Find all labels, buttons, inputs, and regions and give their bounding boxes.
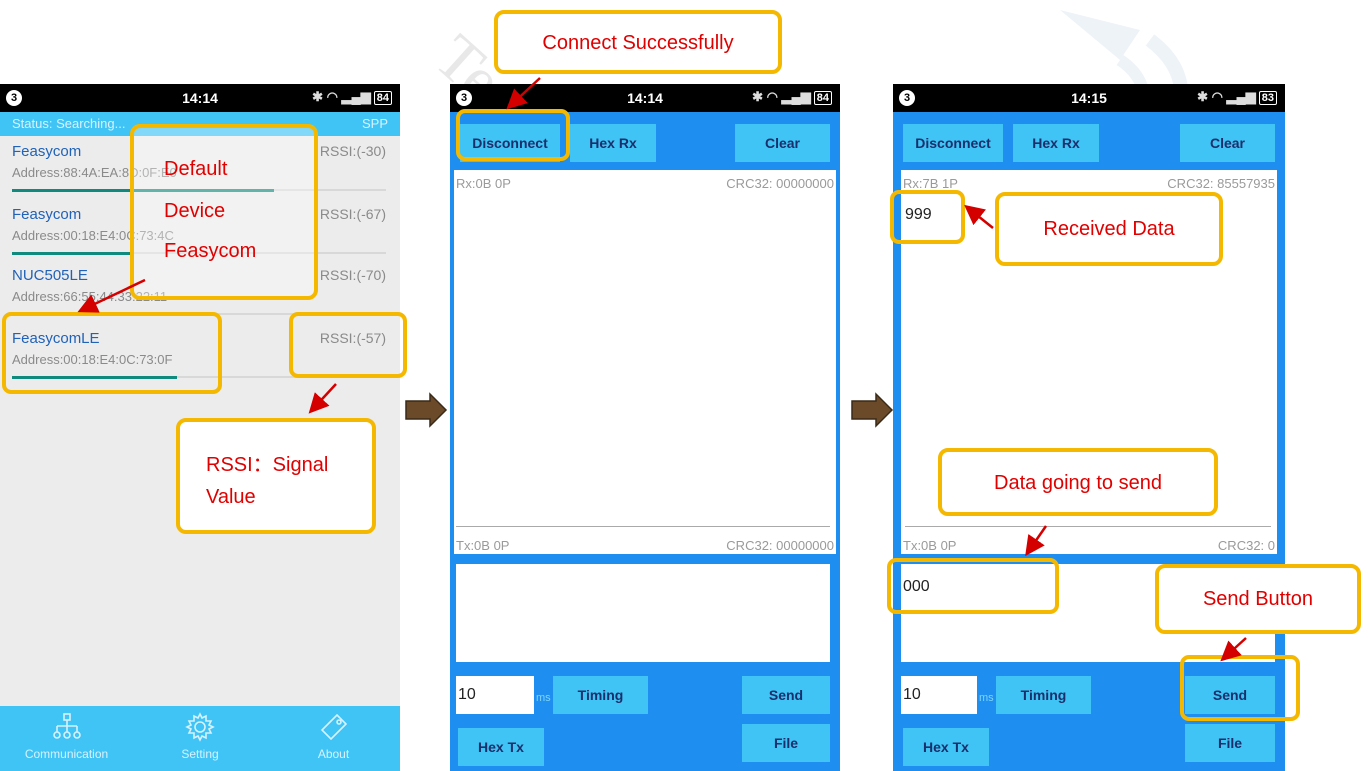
- highlight-data-to-send: [887, 558, 1059, 614]
- signal-icons: ✱ ◠ ▂▄▆ 84: [312, 89, 392, 105]
- divider: [905, 526, 1271, 527]
- battery-icon: 83: [1258, 91, 1277, 105]
- callout-received: Received Data: [995, 192, 1223, 266]
- battery-icon: 84: [813, 91, 832, 105]
- battery-icon: 84: [373, 91, 392, 105]
- tx-stats: Tx:0B 0P: [456, 538, 510, 553]
- send-button[interactable]: Send: [742, 676, 830, 714]
- rx-crc: CRC32: 85557935: [1167, 176, 1275, 191]
- callout-text: Data going to send: [994, 472, 1162, 494]
- callout-text: Send Button: [1202, 588, 1314, 610]
- bottom-tab-bar: Communication Setting About: [0, 706, 400, 771]
- receive-area: Rx:0B 0P CRC32: 00000000 Tx:0B 0P CRC32:…: [454, 170, 836, 554]
- tx-stats: Tx:0B 0P: [903, 538, 957, 553]
- rx-stats: Rx:0B 0P: [456, 176, 511, 191]
- signal-bar-fill: [12, 252, 132, 255]
- signal-icons: ✱ ◠ ▂▄▆ 84: [752, 89, 832, 105]
- callout-connect: Connect Successfully: [494, 10, 782, 74]
- callout-rssi: RSSI：Signal Value: [176, 418, 376, 534]
- hex-rx-button[interactable]: Hex Rx: [570, 124, 656, 162]
- tab-setting[interactable]: Setting: [133, 706, 267, 771]
- callout-text: Received Data: [1043, 218, 1175, 240]
- callout-line: Default: [164, 158, 228, 180]
- hex-tx-button[interactable]: Hex Tx: [458, 728, 544, 766]
- callout-line: Feasycom: [164, 240, 257, 262]
- file-button[interactable]: File: [742, 724, 830, 762]
- flow-arrow-icon: [405, 392, 448, 428]
- interval-unit: ms: [536, 692, 551, 704]
- callout-line: Value: [206, 486, 256, 508]
- file-button[interactable]: File: [1185, 724, 1275, 762]
- device-name: Feasycom: [12, 206, 82, 223]
- tx-crc: CRC32: 00000000: [726, 538, 834, 553]
- device-rssi: RSSI:(-67): [319, 206, 386, 222]
- status-bar: 3 14:15 ✱ ◠ ▂▄▆ 83: [893, 84, 1285, 112]
- connection-screen: 3 14:14 ✱ ◠ ▂▄▆ 84 Disconnect Hex Rx Clea…: [450, 84, 840, 771]
- interval-value: 10: [903, 686, 921, 703]
- device-name: Feasycom: [12, 143, 82, 160]
- gear-icon: [185, 712, 215, 742]
- highlight-received: [890, 190, 965, 244]
- device-rssi: RSSI:(-30): [319, 143, 386, 159]
- rx-stats: Rx:7B 1P: [903, 176, 958, 191]
- rx-crc: CRC32: 00000000: [726, 176, 834, 191]
- highlight-disconnect: [456, 109, 570, 161]
- callout-text: Connect Successfully: [542, 32, 734, 54]
- signal-icons: ✱ ◠ ▂▄▆ 83: [1197, 89, 1277, 105]
- send-input[interactable]: [456, 564, 830, 662]
- tag-icon: [320, 713, 347, 741]
- tab-label: About: [317, 747, 350, 761]
- scan-status: Status: Searching...: [12, 116, 126, 131]
- highlight-rssi: [289, 312, 407, 378]
- status-bar: 3 14:14 ✱ ◠ ▂▄▆ 84: [0, 84, 400, 112]
- interval-value: 10: [458, 686, 476, 703]
- device-name: NUC505LE: [12, 267, 88, 284]
- tab-about[interactable]: About: [267, 706, 400, 771]
- interval-input[interactable]: 10: [901, 676, 977, 714]
- timing-button[interactable]: Timing: [553, 676, 648, 714]
- timing-button[interactable]: Timing: [996, 676, 1091, 714]
- tx-crc: CRC32: 0: [1217, 538, 1275, 553]
- mode-label: SPP: [361, 116, 388, 131]
- interval-input[interactable]: 10: [456, 676, 534, 714]
- hex-rx-button[interactable]: Hex Rx: [1013, 124, 1099, 162]
- tab-label: Communication: [24, 747, 109, 761]
- highlight-feasycomle: [2, 312, 222, 394]
- callout-send-button: Send Button: [1155, 564, 1361, 634]
- divider: [456, 526, 830, 527]
- highlight-send-button: [1180, 655, 1300, 721]
- tab-communication[interactable]: Communication: [0, 706, 133, 771]
- tab-label: Setting: [181, 747, 219, 761]
- clear-button[interactable]: Clear: [735, 124, 830, 162]
- callout-line: RSSI：Signal: [206, 454, 329, 476]
- hex-tx-button[interactable]: Hex Tx: [903, 728, 989, 766]
- status-bar: 3 14:14 ✱ ◠ ▂▄▆ 84: [450, 84, 840, 112]
- callout-data-to-send: Data going to send: [938, 448, 1218, 516]
- clear-button[interactable]: Clear: [1180, 124, 1275, 162]
- callout-default-device: Default Device Feasycom: [130, 124, 318, 300]
- interval-unit: ms: [979, 692, 994, 704]
- device-rssi: RSSI:(-70): [319, 267, 386, 283]
- disconnect-button[interactable]: Disconnect: [903, 124, 1003, 162]
- network-icon: [52, 713, 81, 739]
- callout-line: Device: [164, 200, 226, 222]
- flow-arrow-icon: [851, 392, 894, 428]
